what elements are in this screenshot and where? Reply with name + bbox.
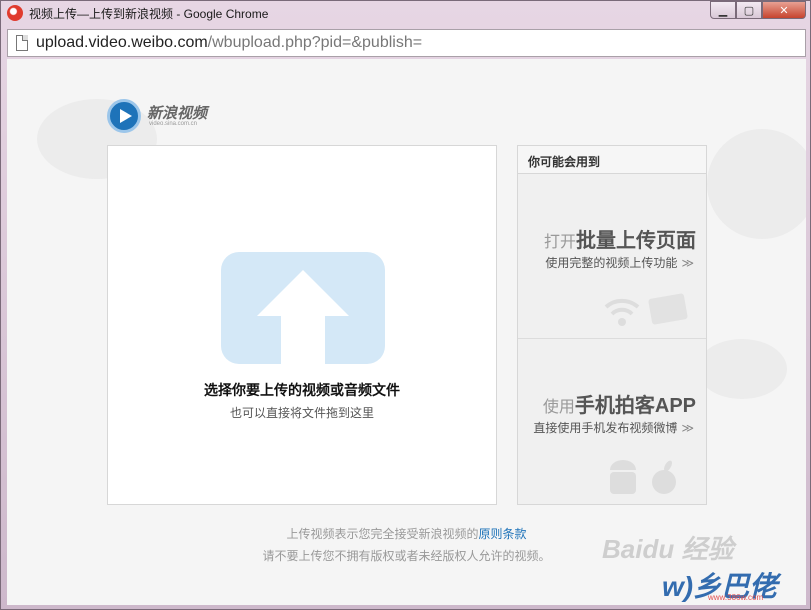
upload-arrow-icon xyxy=(221,252,385,364)
card-subtitle: 直接使用手机发布视频微博 ≫ xyxy=(533,419,694,436)
card-title: 使用手机拍客APP xyxy=(543,389,696,418)
terms-text: 上传视频表示您完全接受新浪视频的 xyxy=(286,527,479,541)
bg-decoration xyxy=(707,129,806,239)
side-panel-header: 你可能会用到 xyxy=(518,146,706,174)
window-controls: ▁ ▢ ✕ xyxy=(710,1,806,21)
site-url-watermark: www.386w.com xyxy=(708,593,764,602)
baidu-watermark: Baidu 经验 xyxy=(602,534,734,564)
url-path: /wbupload.php?pid=&publish= xyxy=(207,34,423,51)
card-title-text: 手机拍客APP xyxy=(574,395,696,417)
card-prefix: 使用 xyxy=(542,399,575,416)
watermark: Baidu 经验 w)乡巴佬 www.386w.com xyxy=(602,523,792,602)
close-button[interactable]: ✕ xyxy=(762,1,806,19)
window-title: 视频上传—上传到新浪视频 - Google Chrome xyxy=(29,7,269,21)
card-subtitle-text: 直接使用手机发布视频微博 xyxy=(533,421,678,435)
sina-video-logo[interactable]: 新浪视频 video.sina.com.cn xyxy=(107,99,227,135)
weibo-icon xyxy=(7,5,23,21)
side-panel: 你可能会用到 打开批量上传页面 使用完整的视频上传功能 ≫ 使用手机拍客APP 直… xyxy=(517,145,707,505)
wifi-device-icon xyxy=(604,293,688,326)
card-title: 打开批量上传页面 xyxy=(544,224,696,253)
logo-subtext: video.sina.com.cn xyxy=(149,121,198,127)
logo-text: 新浪视频 xyxy=(147,105,208,122)
titlebar[interactable]: 视频上传—上传到新浪视频 - Google Chrome ▁ ▢ ✕ xyxy=(1,1,811,25)
maximize-button[interactable]: ▢ xyxy=(736,1,762,19)
android-apple-icon xyxy=(610,460,676,494)
terms-link[interactable]: 原则条款 xyxy=(479,527,527,541)
url-host: upload.video.weibo.com xyxy=(36,34,208,51)
upload-title: 选择你要上传的视频或音频文件 xyxy=(204,382,400,398)
chevron-right-icon: ≫ xyxy=(681,256,694,270)
minimize-button[interactable]: ▁ xyxy=(710,1,736,19)
upload-dropzone[interactable]: 选择你要上传的视频或音频文件 也可以直接将文件拖到这里 xyxy=(107,145,497,505)
card-subtitle-text: 使用完整的视频上传功能 xyxy=(545,256,678,270)
chevron-right-icon: ≫ xyxy=(681,421,694,435)
card-subtitle: 使用完整的视频上传功能 ≫ xyxy=(545,254,694,271)
mobile-app-link[interactable]: 使用手机拍客APP 直接使用手机发布视频微博 ≫ xyxy=(518,339,706,504)
browser-window: 视频上传—上传到新浪视频 - Google Chrome ▁ ▢ ✕ uploa… xyxy=(0,0,811,610)
sina-video-logo-icon xyxy=(107,99,141,133)
bg-decoration xyxy=(697,339,787,399)
card-prefix: 打开 xyxy=(543,234,576,251)
page-content: 新浪视频 video.sina.com.cn 选择你要上传的视频或音频文件 也可… xyxy=(7,59,806,605)
address-bar[interactable]: upload.video.weibo.com/wbupload.php?pid=… xyxy=(7,29,806,57)
card-title-text: 批量上传页面 xyxy=(576,230,696,252)
upload-subtitle: 也可以直接将文件拖到这里 xyxy=(229,406,374,420)
page-icon xyxy=(16,35,28,51)
url-text[interactable]: upload.video.weibo.com/wbupload.php?pid=… xyxy=(36,34,422,52)
batch-upload-link[interactable]: 打开批量上传页面 使用完整的视频上传功能 ≫ xyxy=(518,174,706,339)
